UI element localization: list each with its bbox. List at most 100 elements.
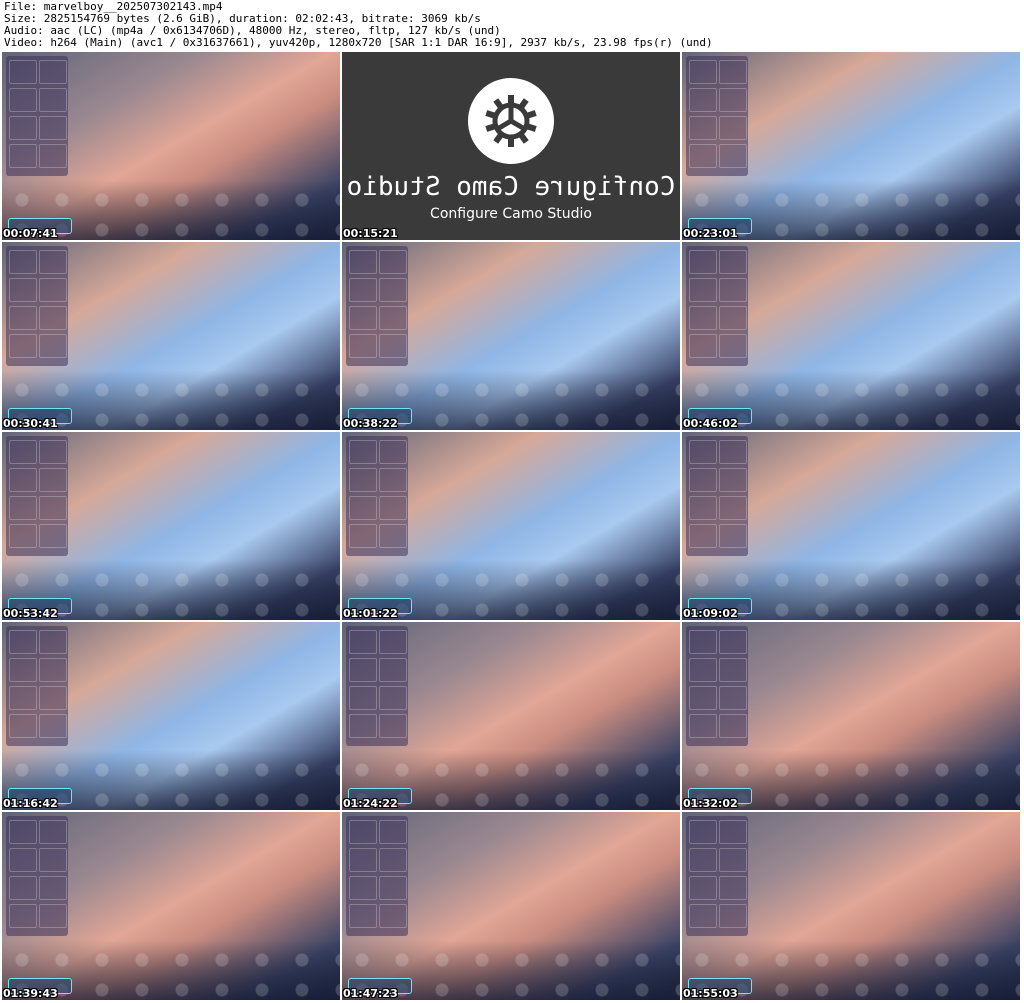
overlay-cell [349,440,377,464]
file-size-line: Size: 2825154769 bytes (2.6 GiB), durati… [4,13,481,25]
overlay-cell [379,334,407,358]
overlay-cell [9,904,37,928]
overlay-cell [379,306,407,330]
thumbnail-timestamp: 01:32:02 [683,797,738,810]
overlay-cell [39,686,67,710]
overlay-cell [689,714,717,738]
overlay-cell [9,524,37,548]
thumbnail-timestamp: 01:09:02 [683,607,738,620]
overlay-cell [9,714,37,738]
stream-overlay-panel [686,246,748,366]
overlay-cell [689,88,717,112]
overlay-cell [379,278,407,302]
overlay-cell [349,524,377,548]
overlay-cell [719,630,747,654]
overlay-cell [689,278,717,302]
stream-overlay-panel [6,246,68,366]
stream-overlay-panel [686,436,748,556]
overlay-cell [689,144,717,168]
overlay-cell [379,714,407,738]
overlay-cell [39,714,67,738]
overlay-cell [349,630,377,654]
overlay-cell [9,686,37,710]
overlay-cell [719,876,747,900]
overlay-cell [719,686,747,710]
video-thumbnail: 00:07:41 [2,52,340,240]
camo-caption: Configure Camo Studio [430,206,592,222]
overlay-cell [719,250,747,274]
overlay-cell [9,144,37,168]
camo-mirrored-title: Configure Camo Studio [346,172,676,202]
stream-overlay-panel [346,436,408,556]
overlay-cell [689,496,717,520]
thumbnail-timestamp: 00:53:42 [3,607,58,620]
video-thumbnail: 01:39:43 [2,812,340,1000]
overlay-cell [689,306,717,330]
stream-overlay-panel [6,436,68,556]
overlay-cell [9,116,37,140]
overlay-cell [719,468,747,492]
audio-info-line: Audio: aac (LC) (mp4a / 0x6134706D), 480… [4,25,501,37]
overlay-cell [379,658,407,682]
overlay-cell [9,876,37,900]
overlay-cell [719,144,747,168]
overlay-cell [39,278,67,302]
overlay-cell [379,820,407,844]
overlay-cell [349,876,377,900]
overlay-cell [379,524,407,548]
overlay-cell [39,496,67,520]
stream-overlay-panel [346,626,408,746]
overlay-cell [689,468,717,492]
overlay-cell [379,686,407,710]
overlay-cell [689,686,717,710]
overlay-cell [9,848,37,872]
overlay-cell [349,496,377,520]
stream-overlay-panel [6,816,68,936]
overlay-cell [39,306,67,330]
overlay-cell [719,714,747,738]
video-thumbnail: 00:53:42 [2,432,340,620]
camo-studio-panel: Configure Camo Studio Configure Camo Stud… [342,52,680,240]
overlay-cell [9,278,37,302]
overlay-cell [379,250,407,274]
overlay-cell [719,116,747,140]
overlay-cell [689,524,717,548]
thumbnail-grid: 00:07:41 Configure Camo Studio Configure C… [2,52,1022,1002]
overlay-cell [39,88,67,112]
thumbnail-timestamp: 01:16:42 [3,797,58,810]
overlay-cell [689,630,717,654]
video-thumbnail: 01:16:42 [2,622,340,810]
overlay-cell [379,630,407,654]
stream-overlay-panel [686,56,748,176]
overlay-cell [39,524,67,548]
overlay-cell [39,820,67,844]
overlay-cell [349,306,377,330]
overlay-cell [719,60,747,84]
overlay-cell [719,820,747,844]
thumbnail-timestamp: 01:39:43 [3,987,58,1000]
overlay-cell [9,820,37,844]
overlay-cell [39,116,67,140]
overlay-cell [9,250,37,274]
video-info-line: Video: h264 (Main) (avc1 / 0x31637661), … [4,37,713,49]
overlay-cell [39,468,67,492]
overlay-cell [9,306,37,330]
overlay-cell [9,60,37,84]
thumbnail-timestamp: 00:23:01 [683,227,738,240]
overlay-cell [689,60,717,84]
video-thumbnail: 01:32:02 [682,622,1020,810]
overlay-cell [39,250,67,274]
video-thumbnail: 00:38:22 [342,242,680,430]
overlay-cell [9,88,37,112]
overlay-cell [349,714,377,738]
overlay-cell [39,60,67,84]
overlay-cell [39,334,67,358]
overlay-cell [689,250,717,274]
video-thumbnail: Configure Camo Studio Configure Camo Stud… [342,52,680,240]
overlay-cell [689,904,717,928]
overlay-cell [689,334,717,358]
thumbnail-timestamp: 01:55:03 [683,987,738,1000]
video-thumbnail: 00:46:02 [682,242,1020,430]
thumbnail-timestamp: 00:07:41 [3,227,58,240]
overlay-cell [349,468,377,492]
